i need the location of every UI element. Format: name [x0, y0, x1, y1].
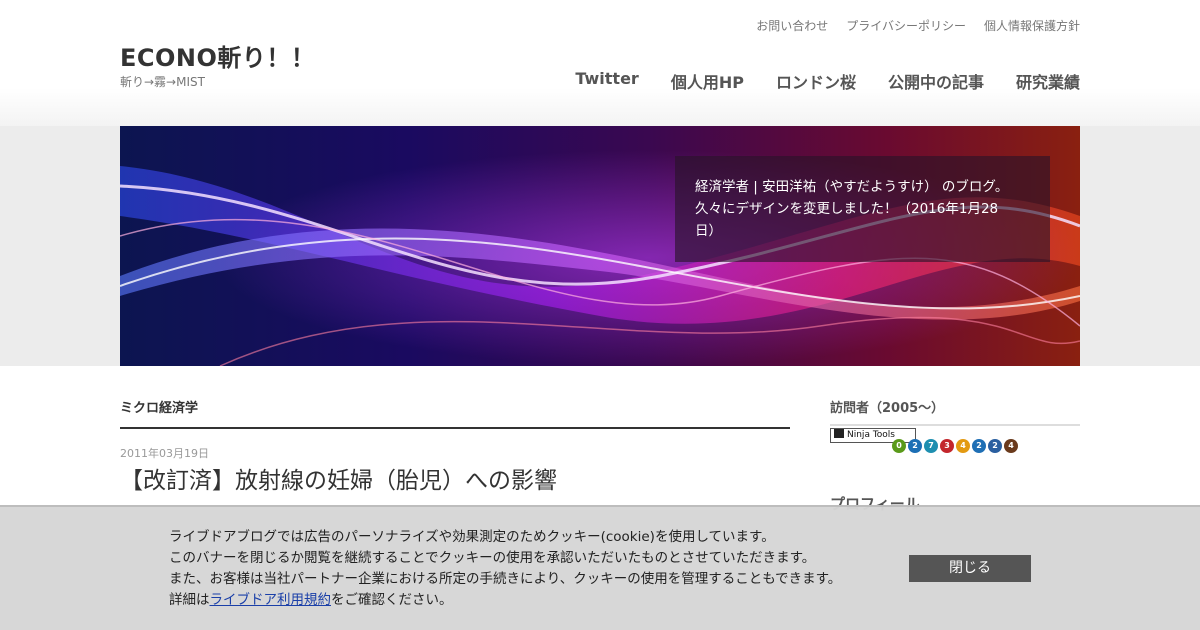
top-links: お問い合わせ プライバシーポリシー 個人情報保護方針 [756, 17, 1080, 34]
main-nav: Twitter 個人用HP ロンドン桜 公開中の記事 研究業績 [575, 69, 1080, 93]
counter-digit: 2 [972, 439, 986, 453]
counter-digit: 3 [940, 439, 954, 453]
cookie-close-button[interactable]: 閉じる [909, 555, 1031, 582]
cookie-banner: ライブドアブログでは広告のパーソナライズや効果測定のためクッキー(cookie)… [0, 505, 1200, 630]
cookie-detail-prefix: 詳細は [169, 592, 210, 608]
ninja-badge-label: Ninja Tools [847, 430, 895, 440]
top-link-personal-info[interactable]: 個人情報保護方針 [984, 17, 1080, 34]
site-description: 斬り→霧→MIST [120, 75, 205, 89]
hero-caption-line: 経済学者 | 安田洋祐（やすだようすけ） のブログ。 [695, 179, 1009, 195]
nav-item-twitter[interactable]: Twitter [575, 69, 638, 93]
nav-item-research[interactable]: 研究業績 [1016, 69, 1080, 93]
site-title[interactable]: ECONO斬り！！ [120, 38, 315, 73]
counter-digit: 7 [924, 439, 938, 453]
counter-digit: 2 [988, 439, 1002, 453]
site-header: ECONO斬り！！ 斬り→霧→MIST お問い合わせ プライバシーポリシー 個人… [0, 0, 1200, 126]
visitor-counter: 02734224 [892, 439, 1018, 453]
cookie-text-line: このバナーを閉じるか閲覧を継続することでクッキーの使用を承認いただいたものとさせ… [169, 550, 816, 566]
ninja-logo-icon [834, 429, 844, 438]
top-link-contact[interactable]: お問い合わせ [756, 17, 828, 34]
counter-digit: 2 [908, 439, 922, 453]
counter-digit: 4 [1004, 439, 1018, 453]
hero-caption-line: 日） [695, 223, 722, 239]
counter-digit: 0 [892, 439, 906, 453]
hero-caption-line: 久々にデザインを変更しました！（2016年1月28 [695, 201, 999, 217]
post-date: 2011年03月19日 [120, 447, 209, 460]
category-title: ミクロ経済学 [120, 397, 790, 429]
sidebar-visitors-title: 訪問者（2005～） [830, 397, 1080, 426]
hero-caption-box: 経済学者 | 安田洋祐（やすだようすけ） のブログ。 久々にデザインを変更しまし… [675, 156, 1050, 262]
nav-item-public-articles[interactable]: 公開中の記事 [888, 69, 984, 93]
cookie-notice-text: ライブドアブログでは広告のパーソナライズや効果測定のためクッキー(cookie)… [169, 527, 841, 611]
post-title[interactable]: 【改訂済】放射線の妊婦（胎児）への影響 [120, 461, 557, 495]
top-link-privacy-policy[interactable]: プライバシーポリシー [846, 17, 966, 34]
terms-link[interactable]: ライブドア利用規約 [210, 592, 332, 608]
cookie-text-line: ライブドアブログでは広告のパーソナライズや効果測定のためクッキー(cookie)… [169, 529, 775, 545]
cookie-detail-suffix: をご確認ください。 [331, 592, 453, 608]
hero-banner: 経済学者 | 安田洋祐（やすだようすけ） のブログ。 久々にデザインを変更しまし… [120, 126, 1080, 366]
cookie-text-line: また、お客様は当社パートナー企業における所定の手続きにより、クッキーの使用を管理… [169, 571, 842, 587]
counter-digit: 4 [956, 439, 970, 453]
cookie-text-line: 詳細はライブドア利用規約をご確認ください。 [169, 590, 841, 611]
nav-item-personal-hp[interactable]: 個人用HP [671, 69, 744, 93]
nav-item-london-sakura[interactable]: ロンドン桜 [776, 69, 856, 93]
